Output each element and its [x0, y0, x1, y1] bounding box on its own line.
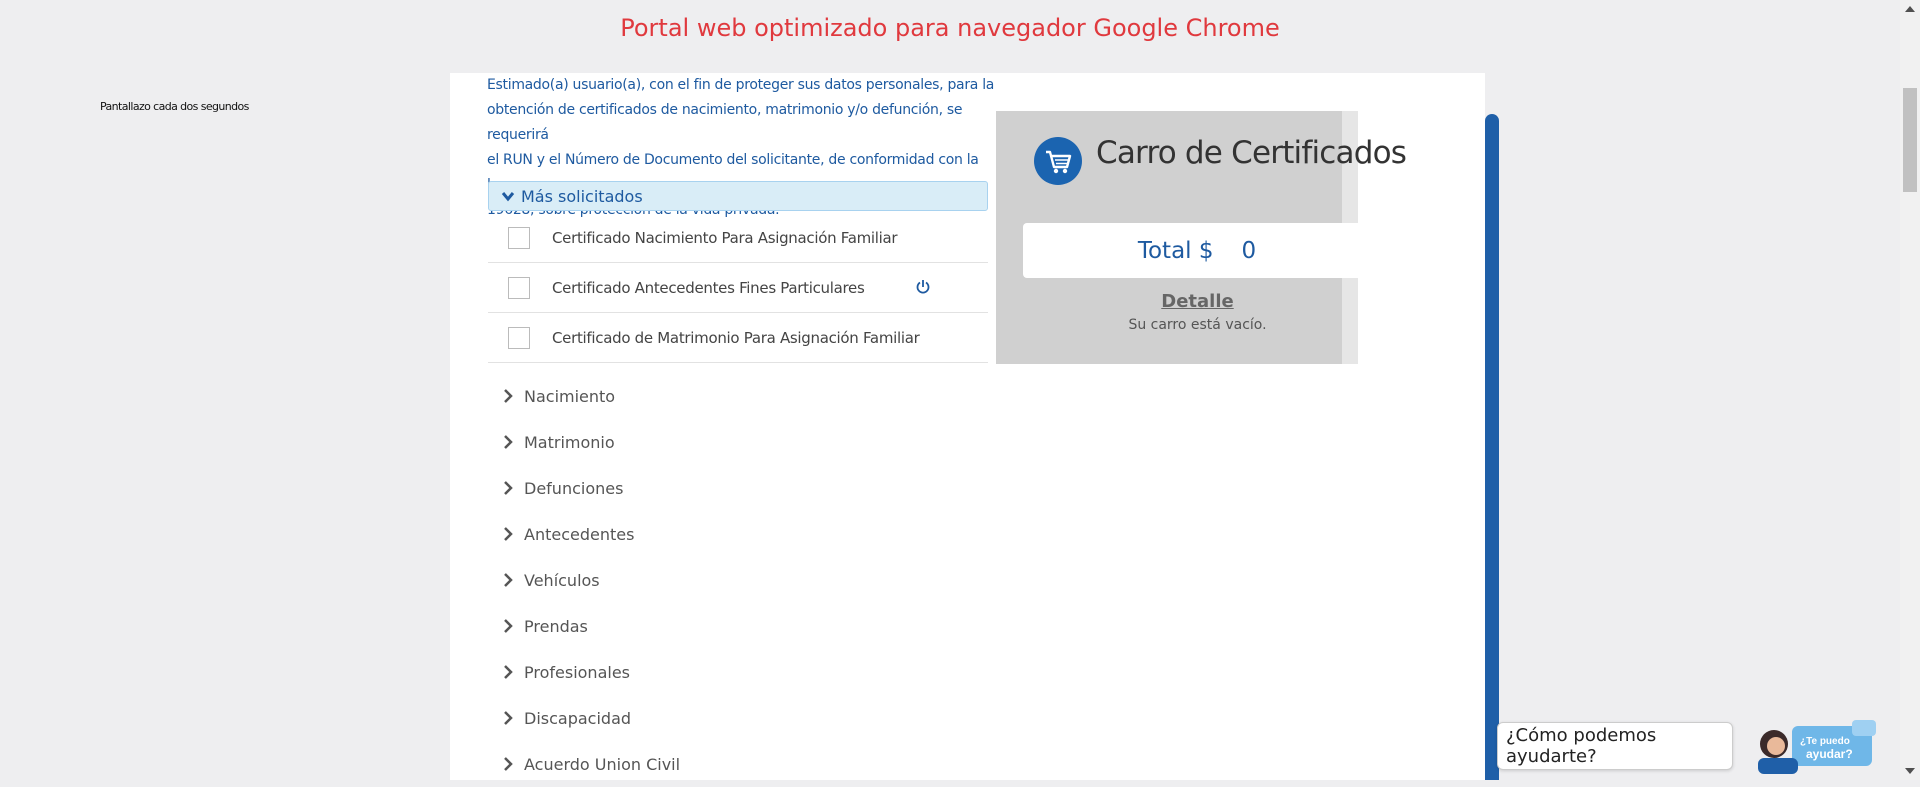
category-vehiculos[interactable]: Vehículos [488, 557, 988, 603]
chevron-right-icon [504, 527, 513, 541]
total-label: Total $ [1137, 237, 1214, 264]
accent-side-bar [1485, 114, 1499, 780]
category-defunciones[interactable]: Defunciones [488, 465, 988, 511]
category-acuerdo-union-civil[interactable]: Acuerdo Union Civil [488, 741, 988, 787]
cert-item: Certificado de Matrimonio Para Asignació… [488, 313, 988, 363]
scroll-down-arrow-icon[interactable] [1905, 768, 1915, 774]
chat-prompt-bubble[interactable]: ¿Cómo podemos ayudarte? [1497, 722, 1733, 770]
cert-checkbox[interactable] [508, 276, 530, 299]
browser-notice-banner: Portal web optimizado para navegador Goo… [620, 14, 1280, 42]
cert-label: Certificado Nacimiento Para Asignación F… [552, 228, 898, 247]
chevron-right-icon [504, 665, 513, 679]
category-label: Discapacidad [524, 708, 632, 728]
chevron-right-icon [504, 619, 513, 633]
chevron-right-icon [504, 481, 513, 495]
category-label: Matrimonio [524, 432, 615, 452]
category-matrimonio[interactable]: Matrimonio [488, 419, 988, 465]
category-profesionales[interactable]: Profesionales [488, 649, 988, 695]
category-label: Profesionales [524, 662, 630, 682]
chevron-right-icon [504, 757, 513, 771]
assistant-icon: ¿Te puedo ayudar? [1758, 720, 1876, 774]
cert-label: Certificado de Matrimonio Para Asignació… [552, 328, 920, 347]
power-icon [916, 280, 930, 294]
category-label: Nacimiento [524, 386, 616, 406]
chat-assistant-avatar[interactable]: ¿Te puedo ayudar? [1752, 718, 1882, 774]
scroll-up-arrow-icon[interactable] [1905, 6, 1915, 12]
chevron-right-icon [504, 573, 513, 587]
category-antecedentes[interactable]: Antecedentes [488, 511, 988, 557]
certificate-cart: Carro de Certificados Total $ 0 Detalle … [996, 111, 1407, 364]
shopping-cart-icon [1034, 137, 1082, 185]
category-list: Nacimiento Matrimonio Defunciones Antece… [488, 373, 988, 787]
cert-label: Certificado Antecedentes Fines Particula… [552, 278, 865, 297]
screenshot-note: Pantallazo cada dos segundos [100, 100, 249, 113]
category-label: Prendas [524, 616, 588, 636]
cart-total: Total $ 0 [1023, 223, 1371, 278]
cert-checkbox[interactable] [508, 226, 530, 249]
category-label: Defunciones [524, 478, 624, 498]
category-nacimiento[interactable]: Nacimiento [488, 373, 988, 419]
chevron-down-icon [501, 192, 515, 202]
category-label: Acuerdo Union Civil [524, 754, 681, 774]
avatar-text-1: ¿Te puedo [1800, 736, 1850, 747]
cart-empty-text: Su carro está vacío. [1128, 317, 1267, 333]
cart-title: Carro de Certificados [1096, 135, 1407, 171]
chevron-right-icon [504, 389, 513, 403]
detail-link[interactable]: Detalle [996, 291, 1399, 312]
most-requested-list: Certificado Nacimiento Para Asignación F… [488, 213, 988, 363]
page-scrollbar[interactable] [1900, 0, 1920, 780]
cert-item: Certificado Nacimiento Para Asignación F… [488, 213, 988, 263]
category-discapacidad[interactable]: Discapacidad [488, 695, 988, 741]
total-value: 0 [1241, 237, 1257, 264]
category-prendas[interactable]: Prendas [488, 603, 988, 649]
cert-checkbox[interactable] [508, 326, 530, 349]
avatar-text-2: ayudar? [1806, 747, 1853, 761]
category-label: Vehículos [524, 570, 600, 590]
most-requested-toggle[interactable]: Más solicitados [488, 181, 988, 211]
category-label: Antecedentes [524, 524, 635, 544]
chevron-right-icon [504, 711, 513, 725]
scrollbar-thumb[interactable] [1903, 88, 1917, 192]
cert-item: Certificado Antecedentes Fines Particula… [488, 263, 988, 313]
notice-line: Estimado(a) usuario(a), con el fin de pr… [487, 77, 995, 93]
main-panel: Estimado(a) usuario(a), con el fin de pr… [450, 73, 1485, 780]
most-requested-label: Más solicitados [521, 186, 643, 206]
notice-line: obtención de certificados de nacimiento,… [487, 102, 963, 143]
chevron-right-icon [504, 435, 513, 449]
